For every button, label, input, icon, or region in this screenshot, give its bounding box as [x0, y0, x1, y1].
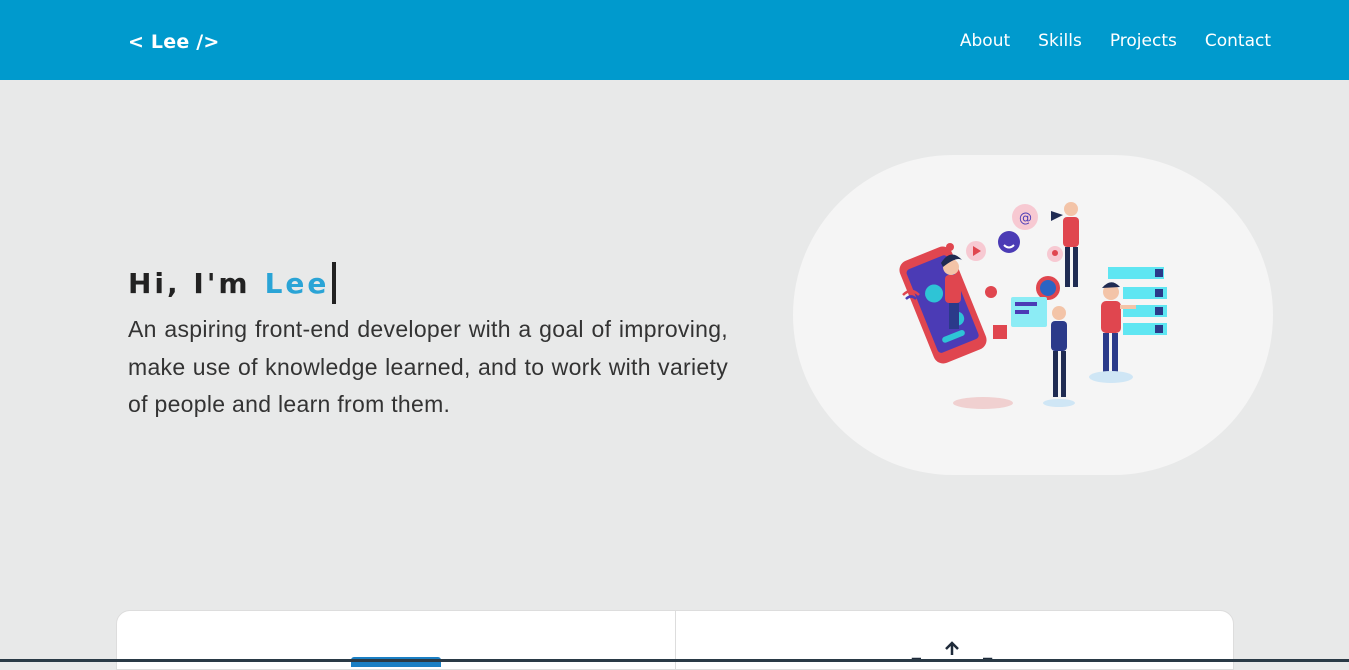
nav-links: About Skills Projects Contact	[960, 31, 1271, 51]
nav-link-about[interactable]: About	[960, 31, 1010, 51]
hero-heading: Hi, I'm Lee	[128, 262, 337, 304]
svg-text:@: @	[1019, 211, 1032, 226]
typing-cursor	[332, 262, 337, 304]
social-media-people-icon: @	[899, 202, 1167, 409]
hero-name: Lee	[264, 266, 330, 300]
nav-link-skills[interactable]: Skills	[1038, 31, 1082, 51]
site-logo[interactable]: < Lee />	[128, 31, 220, 53]
nav-link-contact[interactable]: Contact	[1205, 31, 1271, 51]
hero-greeting: Hi, I'm	[128, 266, 251, 300]
navbar: < Lee /> About Skills Projects Contact	[0, 0, 1349, 80]
hero-description: An aspiring front-end developer with a g…	[128, 316, 728, 417]
nav-link-projects[interactable]: Projects	[1110, 31, 1177, 51]
hero-illustration: @	[793, 155, 1273, 475]
